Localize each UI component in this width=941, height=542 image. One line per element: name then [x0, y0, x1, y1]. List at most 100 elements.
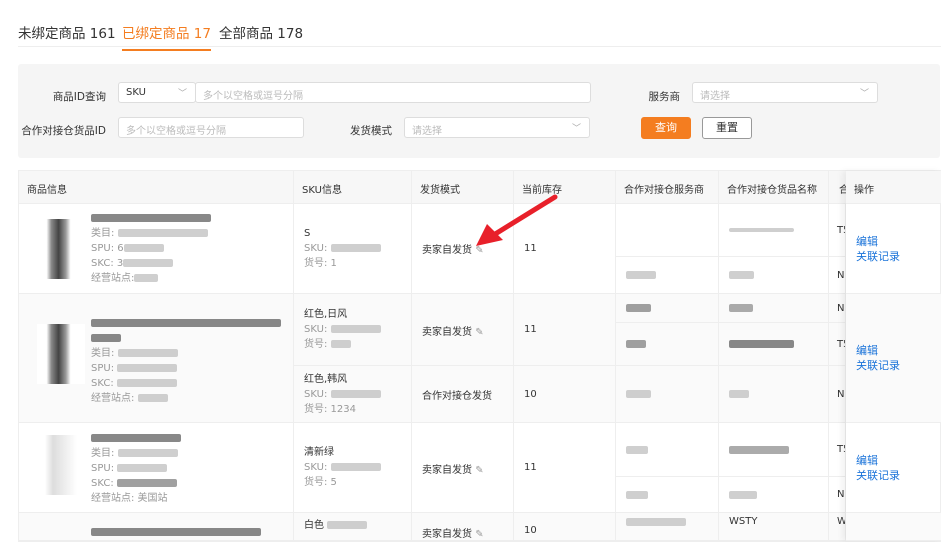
item-no: 货号:: [304, 339, 328, 350]
ship-mode-cell: 卖家自发货 ✎: [412, 294, 514, 366]
edit-icon[interactable]: ✎: [475, 245, 483, 256]
truncated-cell: N: [829, 257, 846, 294]
product-id-label: 商品ID查询: [52, 91, 106, 103]
tab-bar: 未绑定商品 161 已绑定商品 17 全部商品 178: [18, 0, 941, 51]
ship-mode: 卖家自发货: [422, 465, 472, 476]
ship-mode-cell: 卖家自发货 ✎: [412, 423, 514, 513]
ship-mode-label: 发货模式: [350, 125, 392, 137]
stock: 10: [514, 513, 616, 541]
sku-name: 白色: [304, 520, 324, 531]
truncated-cell: T5 A: [829, 204, 846, 257]
chevron-down-icon: ﹀: [571, 124, 581, 134]
category: 类目:: [91, 448, 115, 459]
category: 类目:: [91, 228, 115, 239]
col-stock: 当前库存: [514, 171, 616, 204]
site: 经营站点:: [91, 273, 135, 284]
provider-cell: [616, 257, 719, 294]
tab-unbound[interactable]: 未绑定商品 161: [18, 22, 116, 42]
ship-mode-cell: 卖家自发货 ✎: [412, 204, 514, 294]
query-button[interactable]: 查询: [641, 117, 691, 139]
provider-cell: [616, 294, 719, 323]
table-row: 类目: SPU: SKC: 经营站点:: [19, 294, 294, 423]
stock: 11: [514, 204, 616, 294]
col-product-info: 商品信息: [19, 171, 294, 204]
ship-mode: 合作对接仓发货: [412, 366, 514, 423]
provider-select[interactable]: 请选择 ﹀: [692, 82, 878, 103]
item-no: 货号: 1: [304, 258, 337, 269]
skc: SKC:: [91, 478, 114, 489]
ship-mode: 卖家自发货: [422, 245, 472, 256]
ship-mode-cell: 卖家自发货 ✎: [412, 513, 514, 541]
truncated-cell: N: [829, 366, 846, 423]
id-type-value: SKU: [126, 87, 146, 98]
stock: 11: [514, 423, 616, 513]
sku-code: SKU:: [304, 388, 328, 400]
provider-cell: [616, 366, 719, 423]
tab-all[interactable]: 全部商品 178: [219, 22, 303, 42]
partner-id-label: 合作对接仓货品ID: [21, 125, 106, 137]
sku-name: 红色,韩风: [304, 373, 348, 385]
edit-icon[interactable]: ✎: [475, 529, 483, 540]
spu: SPU:: [91, 363, 115, 374]
table-row: [19, 513, 294, 541]
partner-name-cell: [719, 477, 829, 513]
provider-cell: [616, 477, 719, 513]
table-row: 类目: SPU: 6 SKC: 3 经营站点:: [19, 204, 294, 294]
filter-panel: 商品ID查询 SKU ﹀ 多个以空格或逗号分隔 服务商 请选择 ﹀ 合作对接仓货品I…: [18, 64, 940, 158]
partner-name-cell: [719, 323, 829, 366]
partner-name-cell: [719, 423, 829, 477]
id-type-select[interactable]: SKU ﹀: [118, 82, 196, 103]
site: 经营站点: 美国站: [91, 493, 168, 504]
ship-mode: 卖家自发货: [422, 529, 472, 540]
provider-cell: [616, 423, 719, 477]
col-ship-mode: 发货模式: [412, 171, 514, 204]
site: 经营站点:: [91, 393, 135, 404]
partner-name-cell: [719, 294, 829, 323]
edit-icon[interactable]: ✎: [475, 327, 483, 338]
sku-name: 红色,日风: [304, 309, 348, 320]
sku-cell: S SKU: 货号: 1: [294, 204, 412, 294]
provider-cell: [616, 204, 719, 257]
edit-icon[interactable]: ✎: [475, 465, 483, 476]
product-image: [37, 435, 77, 495]
skc: SKC: 3: [91, 258, 124, 269]
product-id-input[interactable]: 多个以空格或逗号分隔: [195, 82, 591, 103]
stock: 11: [514, 294, 616, 366]
spu: SPU:: [91, 463, 115, 474]
partner-name: WSTY: [719, 513, 829, 541]
chevron-down-icon: ﹀: [859, 89, 869, 99]
truncated-cell: T5 A: [829, 423, 846, 477]
sku-name: S: [304, 228, 311, 239]
partner-id-input[interactable]: 多个以空格或逗号分隔: [118, 117, 304, 138]
ship-mode: 卖家自发货: [422, 327, 472, 338]
sku-code: SKU:: [304, 243, 328, 254]
sku-code: SKU:: [304, 462, 328, 473]
truncated-cell: T5 A: [829, 323, 846, 366]
ship-mode-placeholder: 请选择: [412, 126, 442, 137]
sku-cell: 红色,韩风 SKU: 货号: 1234: [294, 366, 412, 423]
col-partner-name: 合作对接仓货品名称: [719, 171, 829, 204]
sku-cell: 清新绿 SKU: 货号: 5: [294, 423, 412, 513]
chevron-down-icon: ﹀: [177, 89, 187, 99]
col-provider: 合作对接仓服务商: [616, 171, 719, 204]
reset-button[interactable]: 重置: [702, 117, 752, 139]
sku-cell: 红色,日风 SKU: 货号:: [294, 294, 412, 366]
skc: SKC:: [91, 378, 114, 389]
item-no: 货号: 1234: [304, 403, 356, 415]
product-image: [37, 324, 85, 384]
item-no: 货号: 5: [304, 477, 337, 488]
truncated-cell: N: [829, 477, 846, 513]
truncated-cell: N: [829, 294, 846, 323]
stock: 10: [514, 366, 616, 423]
product-table: 商品信息 SKU信息 发货模式 当前库存 合作对接仓服务商 合作对接仓货品名称 …: [18, 170, 941, 542]
partner-name-cell: [719, 204, 829, 257]
sticky-actions-shadow: [846, 171, 941, 541]
provider-placeholder: 请选择: [700, 91, 730, 102]
provider-cell: [616, 323, 719, 366]
spu: SPU: 6: [91, 243, 124, 254]
tab-bound[interactable]: 已绑定商品 17: [122, 22, 211, 51]
truncated-cell: W: [829, 513, 846, 541]
product-image: [37, 219, 85, 279]
ship-mode-select[interactable]: 请选择 ﹀: [404, 117, 590, 138]
provider-label: 服务商: [648, 91, 681, 103]
